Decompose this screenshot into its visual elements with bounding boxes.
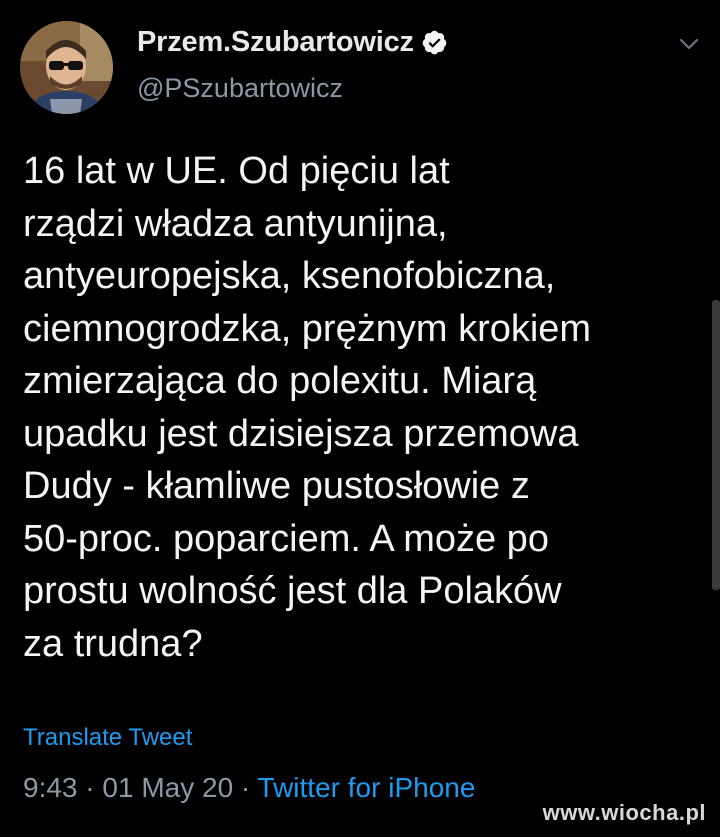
scrollbar[interactable] (712, 300, 720, 590)
tweet-line: rządzi władza antyunijna, (23, 202, 448, 245)
display-name[interactable]: Przem.Szubartowicz (137, 26, 414, 59)
tweet-line: ciemnogrodzka, prężnym krokiem (23, 307, 592, 350)
watermark: www.wiocha.pl (542, 800, 706, 825)
translate-tweet-link[interactable]: Translate Tweet (23, 724, 192, 752)
verified-badge-icon (422, 30, 447, 55)
chevron-down-icon[interactable] (676, 34, 702, 54)
tweet-metadata: 9:43 · 01 May 20 · Twitter for iPhone (23, 772, 475, 804)
tweet-text: 16 lat w UE. Od pięciu lat rządzi władza… (23, 145, 698, 670)
tweet-line: za trudna? (23, 622, 203, 665)
tweet-date: 01 May 20 (102, 772, 234, 803)
tweet-line: antyeuropejska, ksenofobiczna, (23, 255, 556, 297)
avatar[interactable] (20, 21, 113, 114)
tweet-source-link[interactable]: Twitter for iPhone (258, 772, 476, 803)
tweet-line: prostu wolność jest dla Polaków (23, 570, 562, 612)
user-handle[interactable]: @PSzubartowicz (137, 73, 343, 104)
tweet-line: zmierzająca do polexitu. Miarą (23, 360, 537, 402)
tweet-line: upadku jest dzisiejsza przemowa (23, 412, 579, 455)
avatar-image (20, 21, 113, 114)
tweet-line: 16 lat w UE. Od pięciu lat (23, 150, 450, 192)
tweet-time: 9:43 (23, 772, 78, 803)
author-name-row[interactable]: Przem.Szubartowicz (137, 26, 448, 59)
meta-separator: · (85, 772, 95, 803)
tweet-line: Dudy - kłamliwe pustosłowie z (23, 465, 530, 507)
tweet-line: 50-proc. poparciem. A może po (23, 517, 549, 560)
meta-separator: · (240, 772, 251, 803)
